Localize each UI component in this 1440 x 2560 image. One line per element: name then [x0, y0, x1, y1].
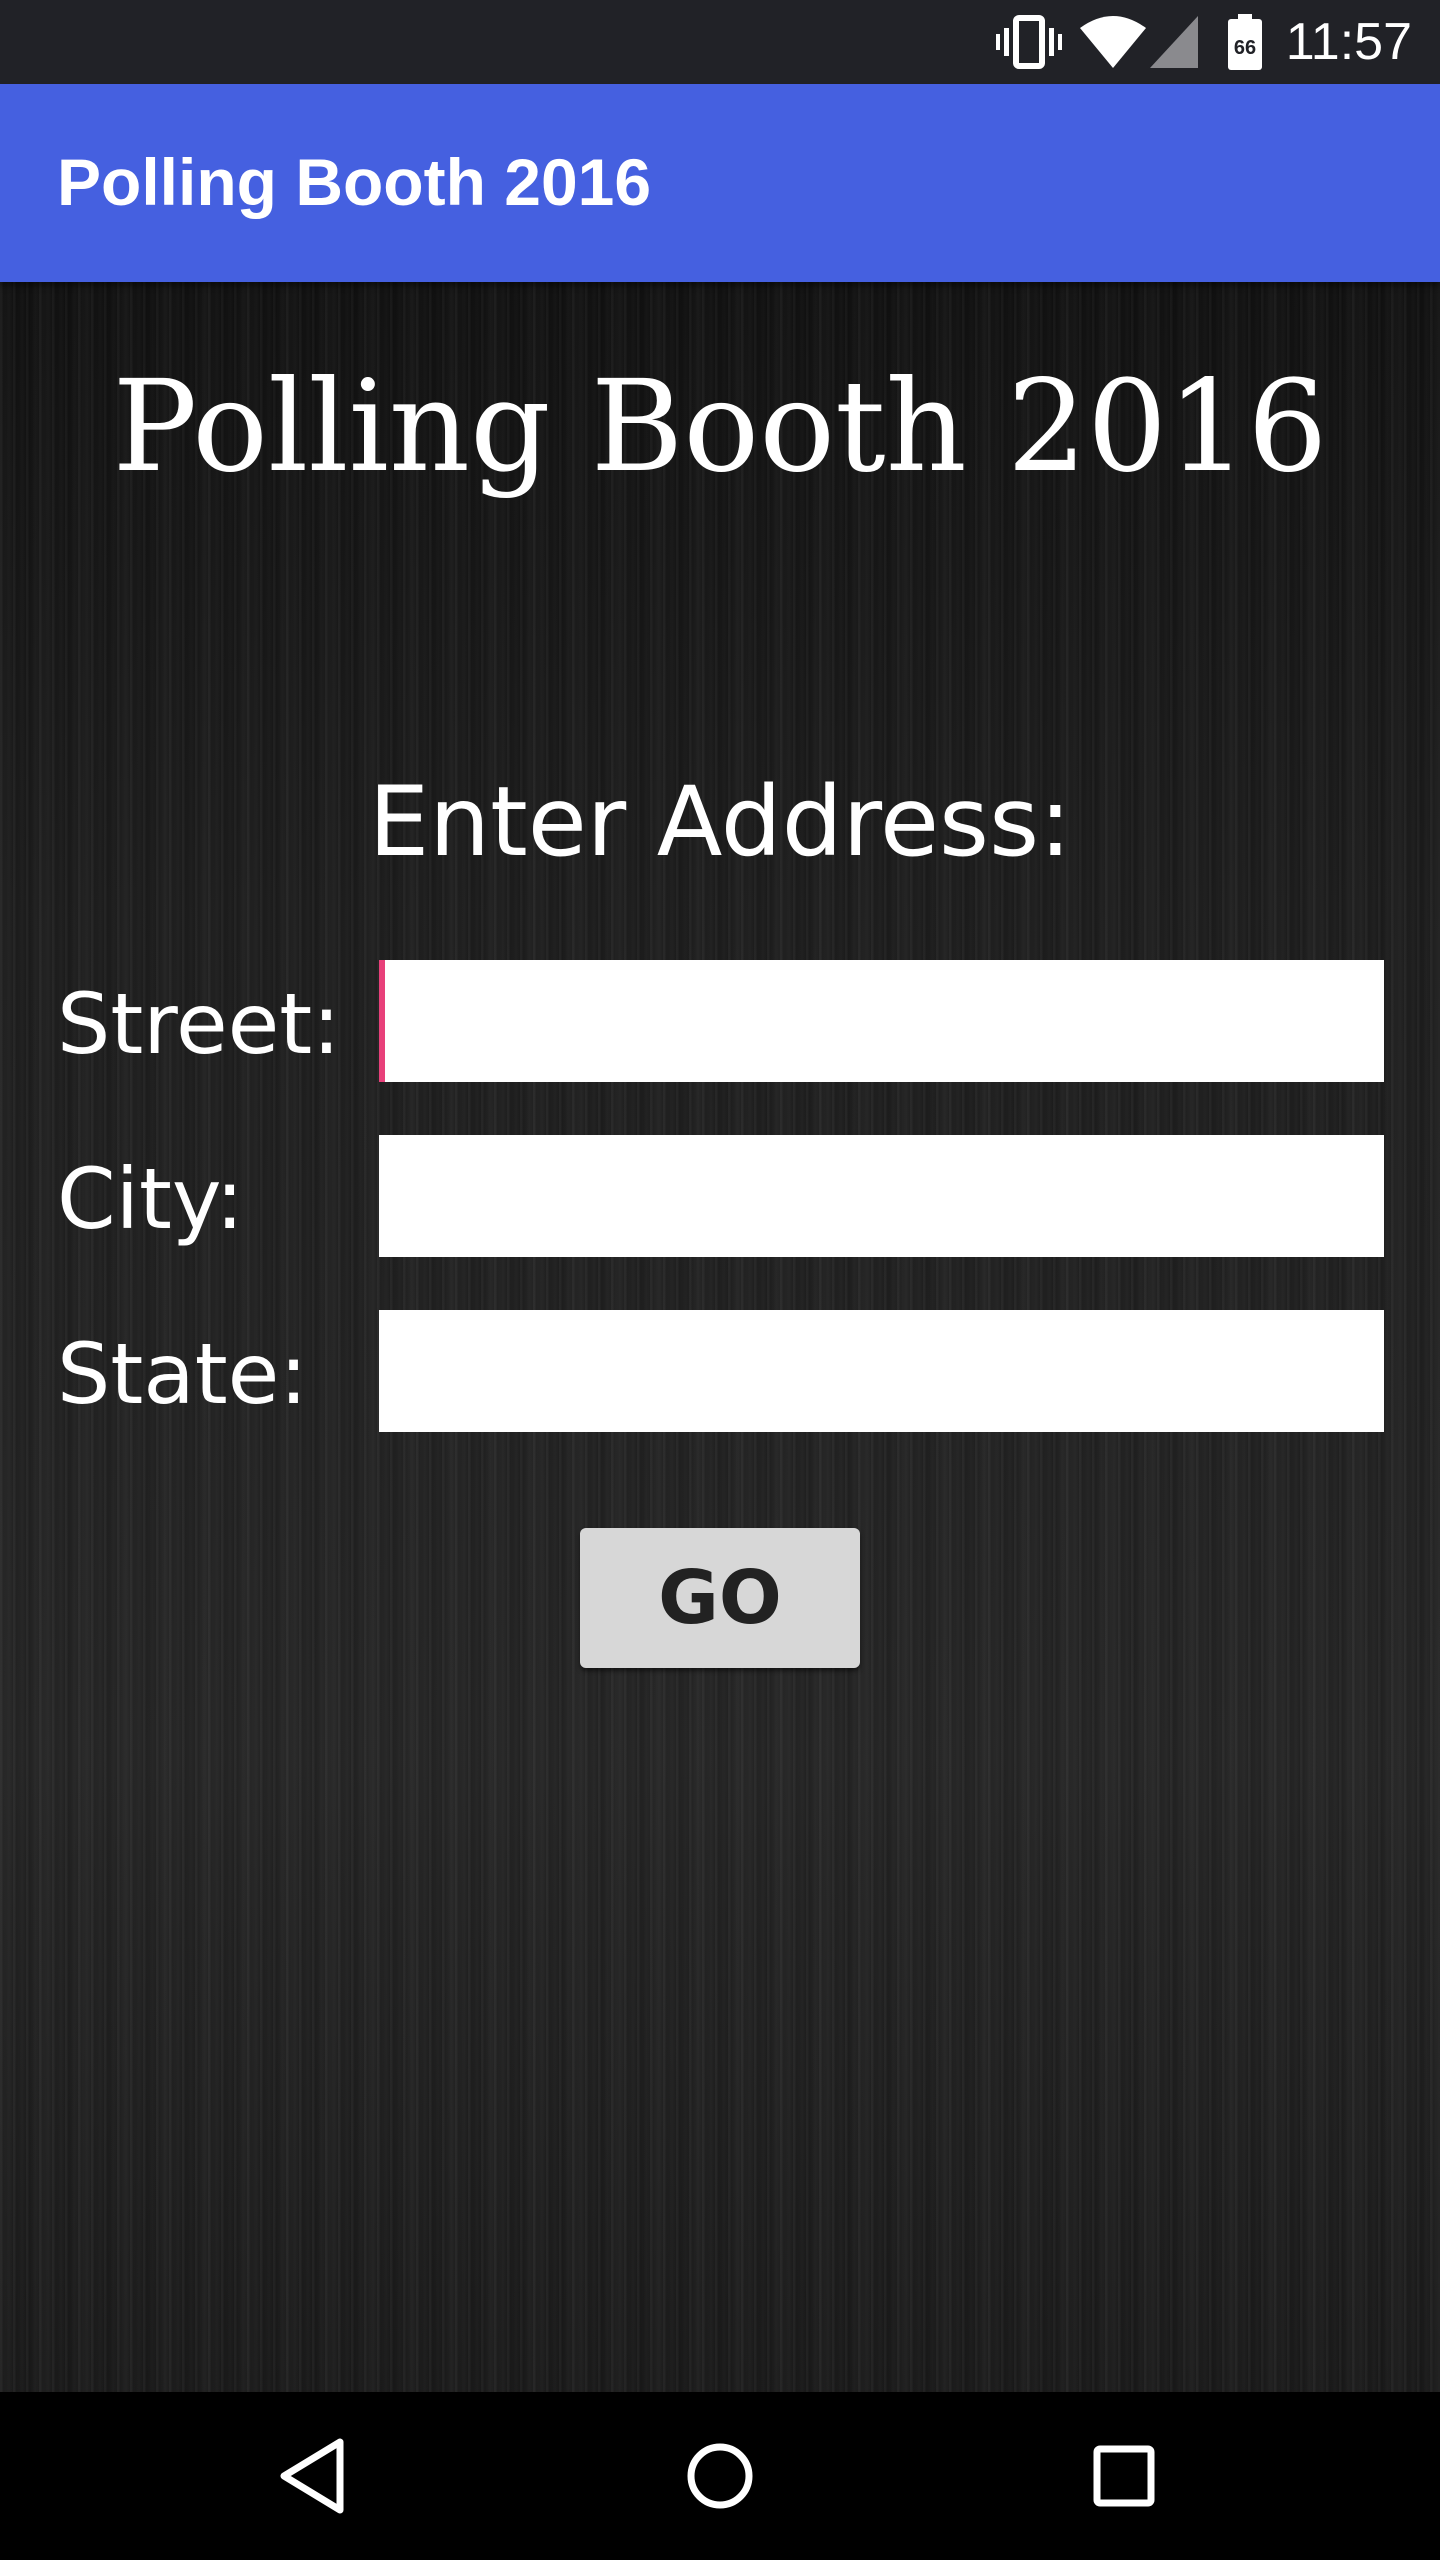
status-bar: 66 11:57 [0, 0, 1440, 84]
battery-level: 66 [1234, 37, 1256, 59]
street-input[interactable] [379, 960, 1384, 1082]
recents-icon[interactable] [1074, 2426, 1174, 2526]
navigation-bar [0, 2392, 1440, 2560]
vibrate-icon [996, 14, 1062, 70]
cell-signal-icon [1150, 14, 1198, 70]
state-label: State: [57, 1325, 308, 1423]
battery-icon: 66 [1228, 14, 1262, 70]
app-bar-title: Polling Booth 2016 [57, 145, 652, 219]
back-icon[interactable] [266, 2426, 366, 2526]
home-icon[interactable] [670, 2426, 770, 2526]
state-input[interactable] [379, 1310, 1384, 1432]
enter-address-label: Enter Address: [368, 766, 1072, 878]
page-title: Polling Booth 2016 [112, 353, 1328, 500]
city-input[interactable] [379, 1135, 1384, 1257]
status-time: 11:57 [1285, 13, 1412, 71]
street-label: Street: [57, 975, 341, 1073]
go-button[interactable]: GO [580, 1528, 860, 1668]
wifi-icon [1080, 14, 1146, 70]
app-bar: Polling Booth 2016 [0, 84, 1440, 282]
city-label: City: [57, 1150, 244, 1248]
main-content: Polling Booth 2016 Enter Address: Street… [0, 282, 1440, 2392]
